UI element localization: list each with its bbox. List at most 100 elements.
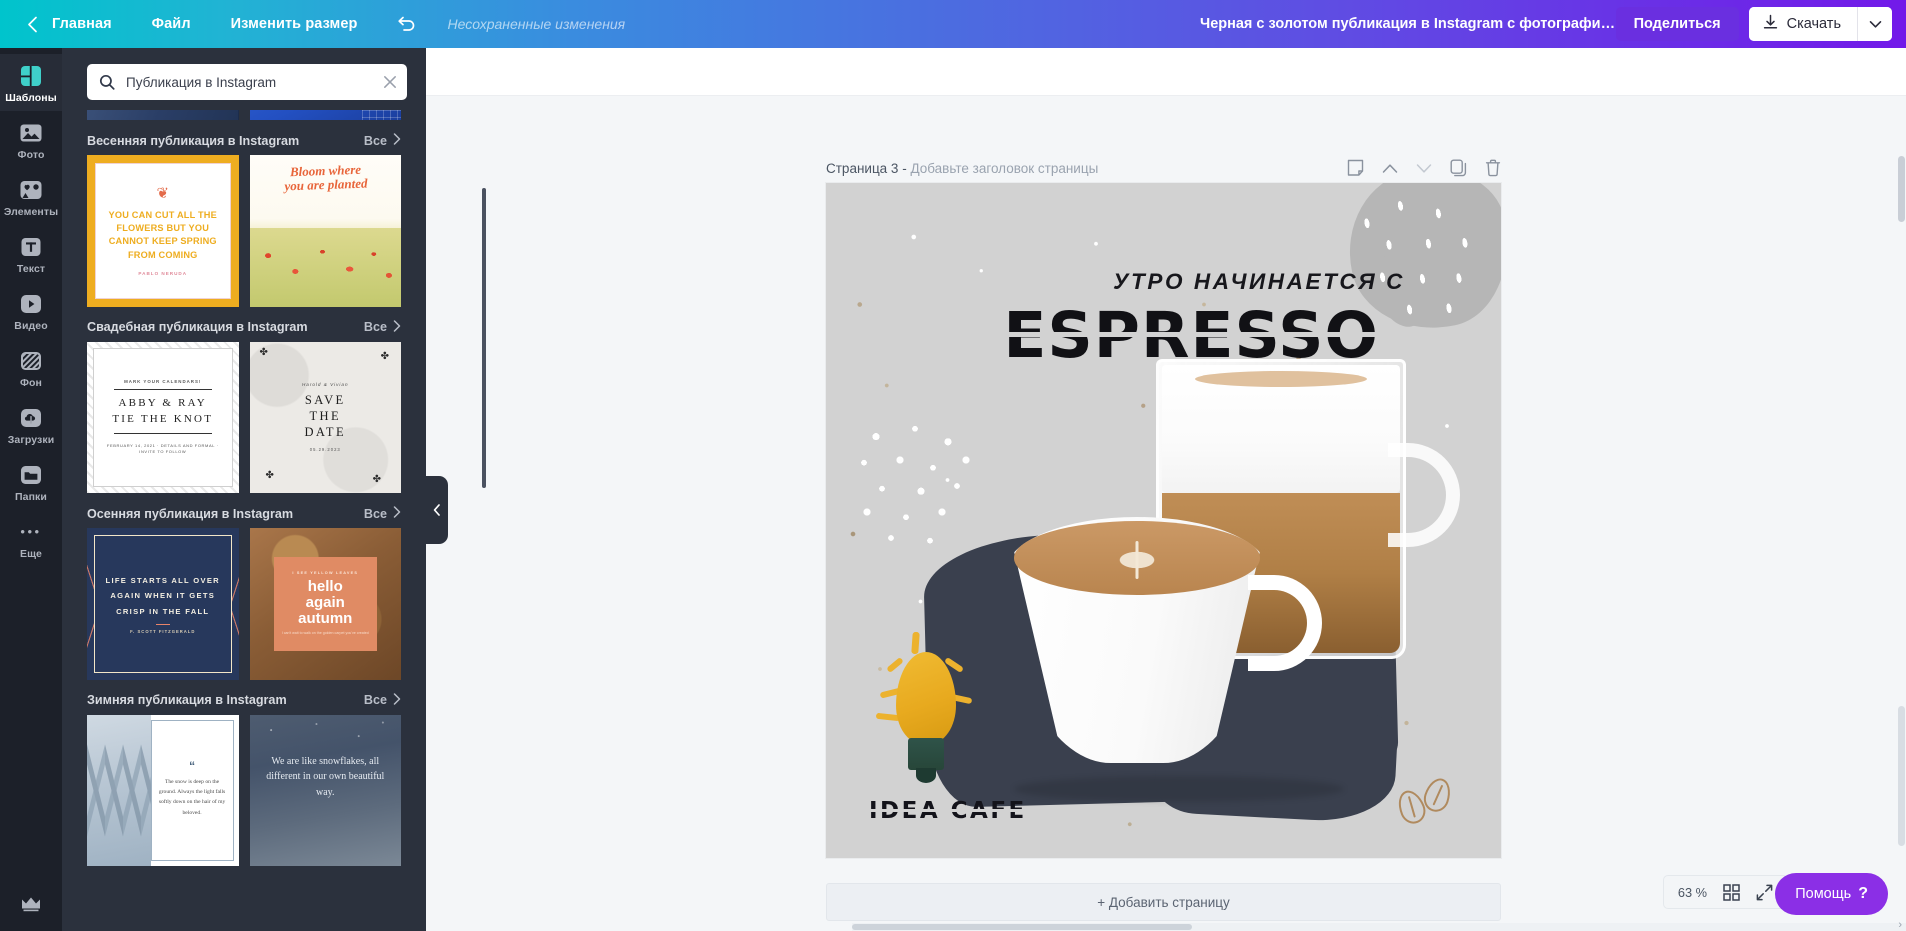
move-page-up-icon[interactable] bbox=[1382, 163, 1398, 174]
template-card-mountain[interactable] bbox=[87, 110, 239, 120]
snowflakes-thumbnail: We are like snowflakes, all different in… bbox=[249, 714, 401, 866]
horizontal-scrollbar-thumb[interactable] bbox=[852, 924, 1192, 930]
sidebar-item-uploads[interactable]: Загрузки bbox=[0, 396, 62, 453]
undo-arrow-icon[interactable] bbox=[386, 0, 426, 48]
sidebar-label-video: Видео bbox=[14, 320, 48, 332]
chevron-left-icon[interactable] bbox=[18, 0, 46, 48]
template-card-snowflakes[interactable]: We are like snowflakes, all different in… bbox=[249, 714, 401, 866]
template-card-save-the-date[interactable]: ✤ ✤ ✤ ✤ Harold & Vivian SAVE THE DATE 05… bbox=[249, 341, 401, 493]
bloom-thumbnail: Bloom where you are planted bbox=[249, 155, 401, 307]
search-icon bbox=[99, 74, 115, 90]
wed2-eyebrow: Harold & Vivian bbox=[301, 382, 349, 388]
duplicate-page-icon[interactable] bbox=[1450, 159, 1467, 177]
fall-quote-author: F. SCOTT FITZGERALD bbox=[130, 629, 196, 635]
see-all-winter[interactable]: Все bbox=[364, 692, 401, 708]
light-bulb-illustration bbox=[875, 618, 973, 788]
group-title-winter: Зимняя публикация в Instagram bbox=[87, 693, 287, 707]
cup-shadow bbox=[1014, 776, 1344, 802]
sidebar-item-video[interactable]: Видео bbox=[0, 282, 62, 339]
menu-resize[interactable]: Изменить размер bbox=[217, 0, 372, 48]
template-card-winter-quote[interactable]: “ The snow is deep on the ground. Always… bbox=[87, 714, 239, 866]
template-card-bloom[interactable]: Bloom where you are planted bbox=[249, 155, 401, 307]
move-page-down-icon[interactable] bbox=[1416, 163, 1432, 174]
template-card-hello-autumn[interactable]: I SEE YELLOW LEAVES hello again autumn I… bbox=[249, 528, 401, 680]
sidebar-label-folders: Папки bbox=[15, 491, 47, 503]
download-button[interactable]: Скачать bbox=[1748, 7, 1858, 41]
sidebar-item-more[interactable]: ••• Еще bbox=[0, 510, 62, 567]
close-icon[interactable] bbox=[383, 75, 397, 89]
share-button[interactable]: Поделиться bbox=[1615, 7, 1739, 41]
top-toolbar-left: Главная Файл Изменить размер Несохраненн… bbox=[0, 0, 625, 48]
template-group-partial: DON'T BE AFRAID TO JUMP IN. You will nev… bbox=[62, 110, 426, 120]
see-all-autumn[interactable]: Все bbox=[364, 506, 401, 521]
video-icon bbox=[18, 291, 44, 317]
sidebar-item-elements[interactable]: Элементы bbox=[0, 168, 62, 225]
fall2-footer: I can't wait to walk on the golden carpe… bbox=[281, 631, 369, 636]
template-card-fall-quote[interactable]: LIFE STARTS ALL OVER AGAIN WHEN IT GETS … bbox=[87, 528, 239, 680]
zoom-level-value[interactable]: 63 % bbox=[1678, 885, 1707, 900]
chevron-right-icon bbox=[393, 692, 401, 708]
template-group-winter: Зимняя публикация в Instagram Все “ The … bbox=[62, 682, 426, 866]
document-title[interactable]: Черная с золотом публикация в Instagram … bbox=[1200, 16, 1620, 32]
page-title[interactable]: Страница 3 - Добавьте заголовок страницы bbox=[826, 161, 1098, 176]
grid-view-icon[interactable] bbox=[1723, 883, 1740, 901]
panel-scrollbar[interactable] bbox=[482, 188, 486, 488]
top-toolbar-right: Поделиться Скачать bbox=[1615, 0, 1892, 48]
templates-scroll-area[interactable]: DON'T BE AFRAID TO JUMP IN. You will nev… bbox=[62, 110, 426, 931]
sidebar-item-templates[interactable]: Шаблоны bbox=[0, 54, 62, 111]
see-all-label: Все bbox=[363, 133, 387, 148]
spring-quote-text: YOU CAN CUT ALL THE FLOWERS BUT YOU CANN… bbox=[108, 209, 217, 260]
see-all-label: Все bbox=[363, 506, 387, 521]
menu-home[interactable]: Главная bbox=[46, 0, 138, 48]
group-title-autumn: Осенняя публикация в Instagram bbox=[87, 506, 294, 521]
ceramic-cappuccino-cup bbox=[1006, 517, 1322, 763]
fullscreen-icon[interactable] bbox=[1756, 884, 1773, 901]
see-all-wedding[interactable]: Все bbox=[364, 319, 401, 335]
see-all-spring[interactable]: Все bbox=[364, 133, 401, 148]
canvas-scrollbar-thumb-top[interactable] bbox=[1898, 156, 1905, 222]
horizontal-scrollbar[interactable]: › bbox=[852, 919, 1906, 931]
canvas-scrollbar-thumb[interactable] bbox=[1898, 706, 1905, 846]
design-page-canvas[interactable]: УТРО НАЧИНАЕТСЯ С ESPRESSO IDEA CAFE bbox=[826, 183, 1501, 858]
wed1-line-1: ABBY & RAY bbox=[118, 396, 207, 409]
design-artwork: УТРО НАЧИНАЕТСЯ С ESPRESSO IDEA CAFE bbox=[826, 183, 1501, 858]
design-kicker-text[interactable]: УТРО НАЧИНАЕТСЯ С bbox=[826, 269, 1405, 295]
elements-icon bbox=[18, 177, 44, 203]
help-button[interactable]: Помощь ? bbox=[1775, 873, 1888, 915]
sprig-icon: ✤ bbox=[265, 470, 274, 481]
page-number-label: Страница 3 - bbox=[826, 160, 911, 176]
folder-icon bbox=[18, 462, 44, 488]
sidebar-item-background[interactable]: Фон bbox=[0, 339, 62, 396]
template-group-autumn: Осенняя публикация в Instagram Все LIFE … bbox=[62, 495, 426, 680]
sidebar-item-folders[interactable]: Папки bbox=[0, 453, 62, 510]
question-mark-icon: ? bbox=[1858, 885, 1868, 902]
sidebar-item-text[interactable]: Текст bbox=[0, 225, 62, 282]
sidebar-label-photos: Фото bbox=[17, 149, 45, 161]
sidebar-item-photos[interactable]: Фото bbox=[0, 111, 62, 168]
page-title-placeholder: Добавьте заголовок страницы bbox=[910, 160, 1099, 176]
canvas-scroll-area[interactable]: Страница 3 - Добавьте заголовок страницы bbox=[426, 96, 1906, 931]
more-dots-icon: ••• bbox=[20, 524, 42, 539]
fall2-line-1: hello bbox=[307, 577, 343, 595]
template-card-spring-quote[interactable]: ❦ YOU CAN CUT ALL THE FLOWERS BUT YOU CA… bbox=[87, 155, 239, 307]
notes-icon[interactable] bbox=[1347, 159, 1364, 177]
chevron-right-icon bbox=[393, 506, 401, 521]
design-brand-text[interactable]: IDEA CAFE bbox=[869, 798, 1027, 824]
chevron-right-icon bbox=[393, 319, 401, 335]
winter-quote-thumbnail: “ The snow is deep on the ground. Always… bbox=[87, 714, 239, 866]
top-toolbar: Главная Файл Изменить размер Несохраненн… bbox=[0, 0, 1906, 48]
template-card-abby-ray[interactable]: MARK YOUR CALENDARS! ABBY & RAY TIE THE … bbox=[87, 341, 239, 493]
chevron-down-icon[interactable] bbox=[1858, 7, 1892, 41]
menu-file[interactable]: Файл bbox=[138, 0, 217, 48]
add-page-button[interactable]: + Добавить страницу bbox=[826, 883, 1501, 921]
sidebar-label-background: Фон bbox=[19, 377, 43, 389]
collapse-panel-handle[interactable] bbox=[426, 476, 448, 544]
white-confetti-cluster bbox=[846, 421, 996, 551]
editor-toolbar-strip bbox=[426, 48, 1906, 96]
sidebar-label-templates: Шаблоны bbox=[5, 92, 57, 104]
search-input[interactable]: Публикация в Instagram bbox=[87, 64, 407, 100]
crown-icon[interactable] bbox=[0, 895, 62, 913]
spring-quote-thumbnail: ❦ YOU CAN CUT ALL THE FLOWERS BUT YOU CA… bbox=[87, 155, 239, 307]
delete-page-icon[interactable] bbox=[1485, 159, 1501, 177]
template-card-jump-in[interactable]: DON'T BE AFRAID TO JUMP IN. You will nev… bbox=[249, 110, 401, 120]
